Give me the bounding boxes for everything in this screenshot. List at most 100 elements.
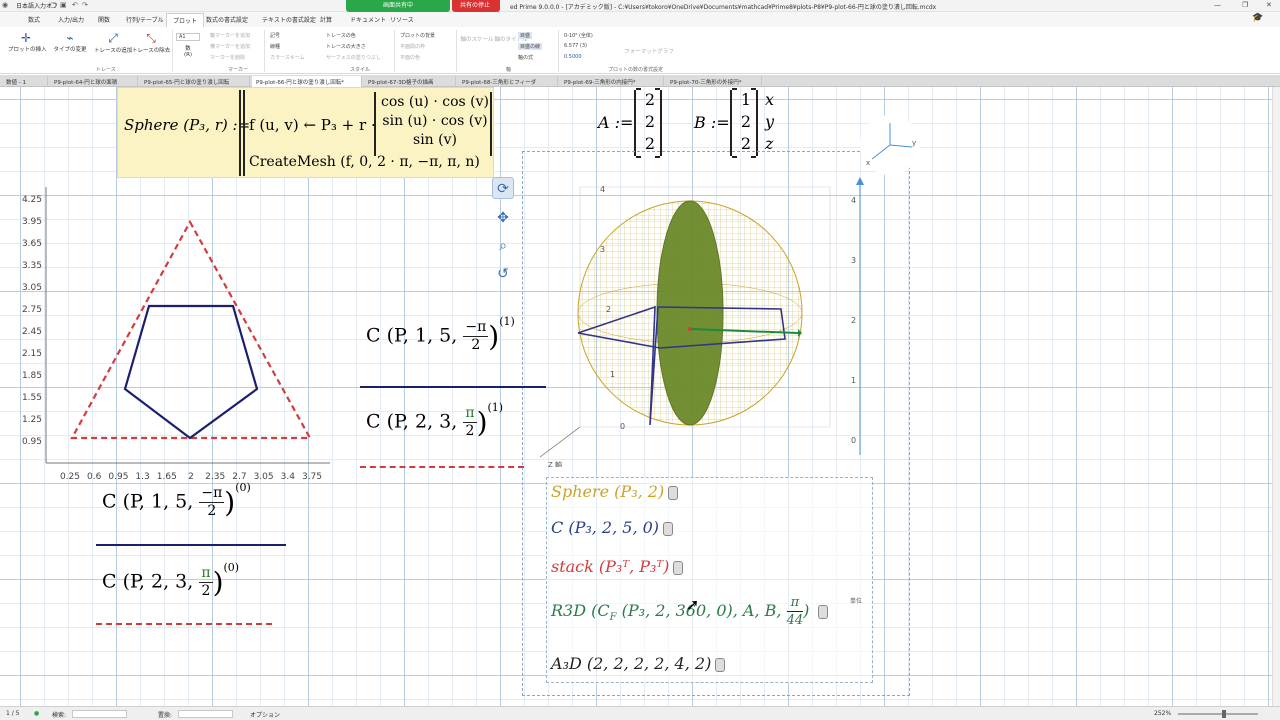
tab-document[interactable]: ドキュメント: [350, 15, 386, 24]
frac-num: −π: [463, 319, 489, 337]
zero-tolerance-field[interactable]: 0.5000: [564, 54, 582, 60]
surface-color-dropdown[interactable]: 平面の色: [400, 54, 420, 61]
ribbon-tab-bar: 数式 入力/出力 関数 行列/テーブル プロット 数式の書式設定 テキストの書式…: [0, 12, 1280, 28]
plot3d[interactable]: 4 3 2 1 0 Z 軸: [540, 167, 880, 467]
tab-plots[interactable]: プロット: [166, 13, 205, 28]
line-type-dropdown[interactable]: 線種: [270, 43, 280, 50]
change-type-label: タイプの変更: [53, 47, 87, 53]
vertical-scrollbar[interactable]: [1272, 87, 1280, 706]
symbol-dropdown[interactable]: 記号: [270, 32, 280, 39]
doc-tab[interactable]: P9-plot-67-3D格子の描画: [364, 76, 456, 87]
plot3d-expressions[interactable]: Sphere (P₃, 2) C (P₃, 2, 5, 0) stack (P₃…: [546, 477, 873, 683]
options-dropdown[interactable]: オプション: [250, 710, 280, 719]
marker-field[interactable]: A1: [176, 33, 200, 41]
result-stack[interactable]: stack (P₃ᵀ, P₃ᵀ): [551, 557, 684, 576]
doc-tab[interactable]: P9-plot-64-円と球の面積: [50, 76, 138, 87]
legend-c1-right[interactable]: C (P, 1, 5, −π 2)(1): [366, 315, 515, 354]
legend-c1-frac: −π 2: [199, 485, 225, 520]
trace-color-dropdown[interactable]: トレースの色: [326, 32, 356, 39]
graduation-cap-icon[interactable]: 🎓: [1252, 13, 1263, 23]
close-icon[interactable]: ✕: [1266, 1, 1272, 9]
x-tick-labels: 0.25 0.6 0.95 1.3 1.65 2 2.35 2.7 3.05 3.4 3.75: [60, 472, 322, 482]
vector-b[interactable]: 1 2 2: [730, 88, 758, 158]
undo-icon[interactable]: ↶: [72, 1, 78, 9]
doc-tab[interactable]: 数値 - 1: [2, 76, 48, 87]
tab-io[interactable]: 入力/出力: [58, 15, 84, 24]
insert-plot-label: プロットの挿入: [8, 47, 47, 53]
y-tick-label: 3.05: [22, 283, 42, 293]
create-mesh-call: CreateMesh (f, 0, 2 · π, −π, π, n): [249, 154, 480, 170]
doc-tab[interactable]: P9-plot-70-三角形の外接円*: [666, 76, 762, 87]
doc-tab[interactable]: P9-plot-69-三角形の内接円*: [560, 76, 664, 87]
plot-frame-dropdown[interactable]: 平面間の枠: [400, 43, 425, 50]
result-sphere[interactable]: Sphere (P₃, 2): [551, 482, 679, 501]
gizmo-svg: y x: [866, 123, 916, 167]
trace-chip[interactable]: [673, 560, 684, 575]
add-axis-marker[interactable]: 軸マーカーを追加: [210, 32, 250, 39]
orientation-gizmo[interactable]: y x: [860, 115, 920, 175]
trace-chip[interactable]: [818, 604, 829, 619]
ime-status[interactable]: 日本語入力オフ: [16, 1, 66, 11]
legend-c2-bottom[interactable]: C (P, 2, 3, π 2)(0): [102, 561, 239, 600]
change-type-button[interactable]: ⌁ タイプの変更: [52, 31, 88, 53]
tab-matrix[interactable]: 行列/テーブル: [126, 15, 164, 24]
number-format-dropdown[interactable]: 0-10⁶ (全体): [564, 32, 593, 39]
plot-background-dropdown[interactable]: プロットの背景: [400, 32, 435, 39]
grid-toggle[interactable]: 目盛: [518, 32, 533, 39]
color-scheme-dropdown[interactable]: カラースキーム: [270, 54, 305, 61]
tab-text-format[interactable]: テキストの書式設定: [262, 15, 316, 24]
zoom-slider-thumb[interactable]: [1222, 710, 1226, 718]
tab-functions[interactable]: 関数: [98, 15, 110, 24]
add-trace-button[interactable]: ⤢ トレースの追加: [94, 31, 132, 54]
surface-fill-dropdown[interactable]: サーフェスの塗りつぶし: [326, 54, 381, 61]
pan-icon[interactable]: ✥: [492, 207, 514, 229]
doc-tab-active[interactable]: P9-plot-66-円と球の塗り潰し回転*: [252, 76, 362, 87]
tab-math-format[interactable]: 数式の書式設定: [206, 15, 248, 24]
y-tick-label: 3.95: [22, 217, 42, 227]
sphere-definition[interactable]: Sphere (P₃, r) := f (u, v) ← P₃ + r · co…: [117, 87, 494, 178]
axis-style-toggle[interactable]: 軸の式: [518, 54, 533, 61]
app-logo-icon[interactable]: ◉: [2, 1, 8, 9]
result-circle[interactable]: C (P₃, 2, 5, 0): [551, 518, 674, 537]
doc-tab[interactable]: P9-plot-68-三角形とフィーダ: [458, 76, 558, 87]
tab-resources[interactable]: リソース: [390, 15, 414, 24]
restore-icon[interactable]: ❐: [1242, 1, 1248, 9]
grid-lines-toggle[interactable]: 目盛の線: [518, 43, 543, 50]
find-input[interactable]: [72, 710, 127, 718]
remove-marker[interactable]: マーカーを削除: [210, 54, 245, 61]
new-file-icon[interactable]: ▢: [50, 1, 57, 9]
number-button[interactable]: 数 (R): [178, 44, 198, 58]
worksheet[interactable]: Sphere (P₃, r) := f (u, v) ← P₃ + r · co…: [0, 87, 1280, 706]
legend-c2-right[interactable]: C (P, 2, 3, π 2)(1): [366, 401, 503, 440]
redo-icon[interactable]: ↷: [82, 1, 88, 9]
legend-c1-bottom[interactable]: C (P, 1, 5, −π 2)(0): [102, 481, 251, 520]
minimize-icon[interactable]: —: [1214, 1, 1221, 9]
save-icon[interactable]: ▣: [60, 1, 67, 9]
result-a3d[interactable]: A₃D (2, 2, 2, 2, 4, 2): [551, 654, 726, 673]
tab-math[interactable]: 数式: [28, 15, 40, 24]
format-group-label: プロットの数の書式設定: [608, 67, 664, 73]
precision-dropdown[interactable]: 6.577 (3): [564, 43, 587, 49]
replace-input[interactable]: [178, 710, 233, 718]
zoom-icon[interactable]: ⌕: [492, 235, 514, 257]
xy-plot[interactable]: 4.25 3.95 3.65 3.35 3.05 2.75 2.45 2.15 1.85 1.55…: [0, 179, 340, 489]
zoom-slider[interactable]: [1178, 713, 1258, 715]
axis-scale-button[interactable]: 軸のスケール: [460, 35, 494, 43]
trace-chip[interactable]: [715, 657, 726, 672]
trace-size-dropdown[interactable]: トレースの大きさ: [326, 43, 366, 50]
title-bar: ◉ 日本語入力オフ ▢ ▣ ↶ ↷ 画面共有中 共有の停止 ed Prime 9…: [0, 0, 1280, 12]
add-horizontal-marker[interactable]: 横マーカーを追加: [210, 43, 250, 50]
stop-sharing-button[interactable]: 共有の停止: [452, 0, 500, 12]
trace-chip[interactable]: [668, 485, 679, 500]
remove-trace-button[interactable]: ⤡ トレースの除去: [132, 31, 170, 54]
doc-tab[interactable]: P9-plot-65-円と球の塗り潰し回転: [140, 76, 250, 87]
x-tick-label: 2.35: [205, 472, 225, 482]
rotate-icon[interactable]: ⟳: [492, 177, 514, 199]
vector-a[interactable]: 2 2 2: [634, 88, 662, 158]
insert-plot-button[interactable]: ✛ プロットの挿入: [8, 31, 47, 53]
trace-chip[interactable]: [663, 521, 674, 536]
unit-label: 単位: [850, 598, 863, 605]
reset-view-icon[interactable]: ↺: [492, 263, 514, 285]
tab-calculation[interactable]: 計算: [320, 15, 332, 24]
format-graph-button[interactable]: フォーマットグラフ: [624, 47, 674, 55]
